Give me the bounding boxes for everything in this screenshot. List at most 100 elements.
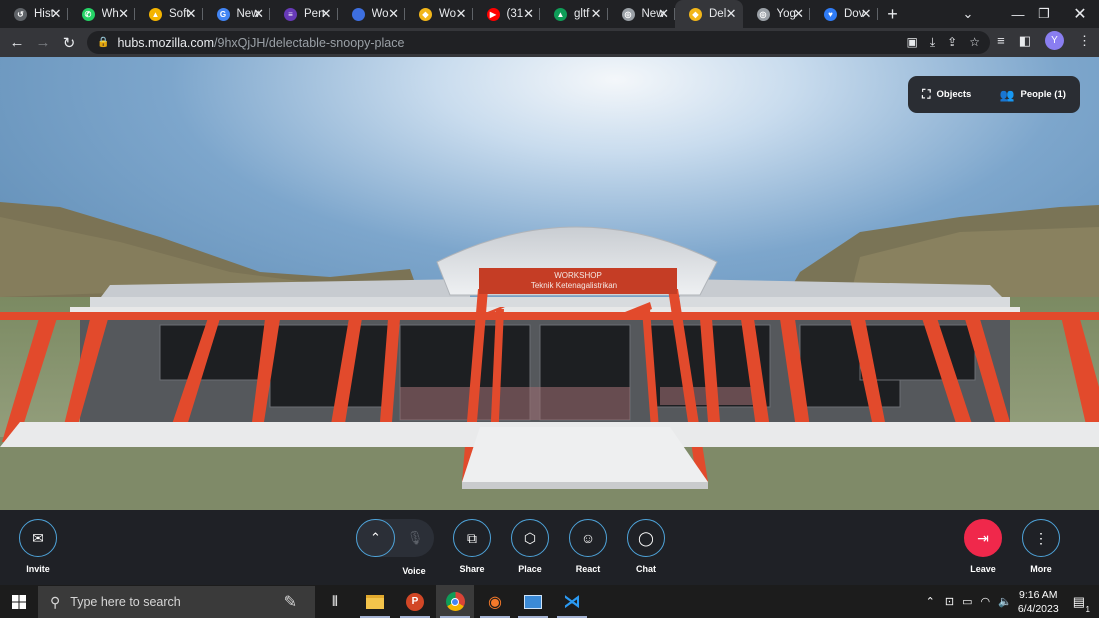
tab-close-icon[interactable]: ✕	[523, 6, 534, 22]
restore-icon[interactable]: ❐	[1026, 0, 1062, 28]
install-icon[interactable]: ⤓	[930, 35, 935, 50]
voice-label: Voice	[402, 566, 426, 576]
forward-icon[interactable]: →	[30, 30, 56, 56]
tab-close-icon[interactable]: ✕	[793, 6, 804, 22]
wifi-icon[interactable]: ◠	[981, 595, 991, 608]
tab-close-icon[interactable]: ✕	[321, 6, 332, 22]
browser-tab[interactable]: ◎ Yog ✕	[743, 0, 810, 28]
place-label: Place	[518, 564, 542, 574]
envelope-icon: ✉	[32, 529, 44, 546]
new-tab-button[interactable]: +	[878, 4, 908, 25]
history-icon: ↺	[14, 7, 27, 21]
battery-icon[interactable]: ▭	[962, 595, 972, 608]
browser-tab[interactable]: ◎ New ✕	[608, 0, 675, 28]
browser-tab[interactable]: ✆ Wh ✕	[68, 0, 135, 28]
menu-kebab-icon[interactable]: ⋮	[1078, 33, 1091, 49]
leave-button[interactable]: ⇥ Leave	[963, 519, 1003, 574]
react-label: React	[575, 564, 601, 574]
invite-button[interactable]: ✉ Invite	[18, 519, 58, 574]
tab-close-icon[interactable]: ✕	[118, 6, 129, 22]
people-icon: 👥	[999, 87, 1015, 102]
browser-tab[interactable]: ▶ (31 ✕	[473, 0, 540, 28]
share-button[interactable]: ⧉ Share	[452, 519, 492, 574]
reload-icon[interactable]: ↻	[56, 30, 82, 56]
camera-blocked-icon[interactable]: ▣	[907, 35, 918, 50]
search-icon: ⚲	[50, 593, 61, 610]
browser-tab[interactable]: ♥ Dov ✕	[810, 0, 878, 28]
mic-toggle-button[interactable]: 🎙	[396, 519, 434, 557]
voice-options-button[interactable]: ⌃	[356, 519, 395, 557]
place-button[interactable]: ⬡ Place	[510, 519, 550, 574]
address-bar[interactable]: 🔒 hubs.mozilla.com/9hxQjJH/delectable-sn…	[87, 31, 990, 54]
share-icon[interactable]: ⇪	[947, 35, 957, 50]
tab-close-icon[interactable]: ✕	[186, 6, 197, 22]
browser-tab[interactable]: G New ✕	[203, 0, 270, 28]
meet-now-icon[interactable]: ⊡	[945, 595, 954, 608]
browser-tab[interactable]: ◆ Del ✕	[675, 0, 743, 28]
side-panel-icon[interactable]: ◧	[1019, 33, 1031, 49]
taskbar-search-box[interactable]: ⚲ Type here to search ✎	[38, 586, 315, 618]
tab-close-icon[interactable]: ✕	[591, 6, 602, 22]
share-label: Share	[459, 564, 485, 574]
people-button[interactable]: 👥 People (1)	[1000, 88, 1066, 102]
tab-close-icon[interactable]: ✕	[388, 6, 399, 22]
chat-bubble-icon: ◯	[638, 529, 654, 546]
browser-tab[interactable]: ≡ Pen ✕	[270, 0, 338, 28]
clock-time: 9:16 AM	[1019, 588, 1058, 601]
browser-tab[interactable]: ◆ Wo ✕	[405, 0, 473, 28]
react-button[interactable]: ☺ React	[568, 519, 608, 574]
reading-list-icon[interactable]: ≡	[997, 33, 1005, 48]
task-view-button[interactable]: ⫴	[316, 585, 354, 618]
tab-close-icon[interactable]: ✕	[726, 6, 737, 22]
duck-icon: ◆	[689, 7, 702, 21]
leave-label: Leave	[970, 564, 996, 574]
folder-icon	[366, 594, 384, 609]
invite-label: Invite	[26, 564, 50, 574]
browser-tab[interactable]: ▲ Soft ✕	[135, 0, 203, 28]
tray-overflow-icon[interactable]: ⌃	[926, 595, 935, 608]
windows-logo-icon	[12, 594, 26, 609]
profile-avatar[interactable]: Y	[1045, 31, 1064, 50]
system-tray: ⌃ ⊡ ▭ ◠ 🔈 9:16 AM 6/4/2023 ▤ 1	[926, 585, 1099, 618]
notification-count: 1	[1085, 604, 1090, 614]
blender-icon: ◉	[488, 593, 502, 611]
browser-tab[interactable]: Wo ✕	[338, 0, 405, 28]
volume-icon[interactable]: 🔈	[998, 595, 1012, 608]
more-button[interactable]: ⋮ More	[1021, 519, 1061, 574]
new-tab-icon: G	[216, 7, 230, 21]
taskbar-vscode[interactable]: ⋊	[553, 585, 591, 618]
chat-button[interactable]: ◯ Chat	[626, 519, 666, 574]
browser-tab[interactable]: ▲ gltf ✕	[540, 0, 608, 28]
duck-icon: ◆	[419, 7, 432, 21]
tab-close-icon[interactable]: ✕	[861, 6, 872, 22]
notifications-icon[interactable]: ▤ 1	[1073, 594, 1090, 614]
tab-close-icon[interactable]: ✕	[658, 6, 669, 22]
taskbar-chrome[interactable]	[436, 585, 474, 618]
taskbar-powerpoint[interactable]: P	[396, 585, 434, 618]
tab-search-icon[interactable]: ⌄	[950, 0, 986, 28]
sign-line-2: Teknik Ketenagalistrikan	[531, 281, 617, 290]
taskbar-photos[interactable]	[514, 585, 552, 618]
url-path: /9hxQjJH/delectable-snoopy-place	[214, 35, 405, 50]
scene-render: WORKSHOP Teknik Ketenagalistrikan	[0, 57, 1099, 510]
taskbar-file-explorer[interactable]	[356, 585, 394, 618]
chat-label: Chat	[636, 564, 656, 574]
tab-close-icon[interactable]: ✕	[456, 6, 467, 22]
whatsapp-icon: ✆	[81, 7, 95, 21]
back-icon[interactable]: ←	[4, 30, 30, 56]
3d-scene-viewport[interactable]: WORKSHOP Teknik Ketenagalistrikan ⛶ Obje…	[0, 57, 1099, 510]
more-kebab-icon: ⋮	[1034, 529, 1048, 546]
objects-button[interactable]: ⛶ Objects	[922, 87, 971, 102]
bookmark-star-icon[interactable]: ☆	[969, 35, 980, 50]
google-drive-icon: ▲	[554, 7, 567, 21]
globe-icon: ◎	[756, 7, 770, 21]
browser-tab[interactable]: ↺ Hist ✕	[0, 0, 68, 28]
powerpoint-icon: P	[406, 592, 424, 611]
windows-start-button[interactable]	[0, 585, 38, 618]
tab-close-icon[interactable]: ✕	[253, 6, 264, 22]
taskbar-clock[interactable]: 9:16 AM 6/4/2023	[1018, 588, 1059, 616]
tab-close-icon[interactable]: ✕	[51, 6, 62, 22]
close-window-icon[interactable]: ✕	[1062, 0, 1098, 28]
taskbar-blender[interactable]: ◉	[476, 585, 514, 618]
chevron-up-icon: ⌃	[370, 530, 381, 545]
